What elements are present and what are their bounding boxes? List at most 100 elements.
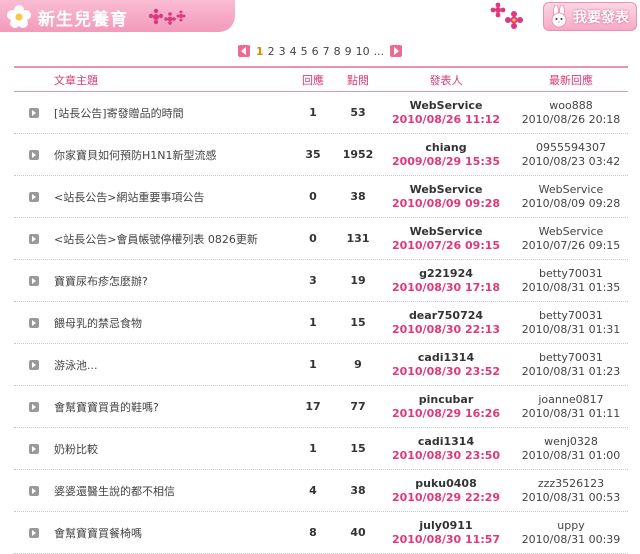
- page-link-5[interactable]: 5: [299, 45, 310, 58]
- table-row: <站長公告>會員帳號停權列表 0826更新 0 131 WebService 2…: [14, 218, 628, 260]
- poster-name-link[interactable]: cadi1314: [378, 435, 514, 449]
- reply-count: 1: [309, 442, 317, 455]
- latest-reply-time: 2010/08/31 01:23: [521, 364, 621, 378]
- post-time: 2010/07/26 09:15: [391, 238, 501, 252]
- page-link-2[interactable]: 2: [266, 45, 277, 58]
- latest-reply-time: 2010/08/09 09:28: [521, 196, 621, 210]
- post-time: 2010/08/29 22:29: [391, 490, 501, 504]
- view-count: 77: [350, 400, 366, 413]
- arrow-right-icon[interactable]: [390, 45, 403, 57]
- poster-name-link[interactable]: WebService: [378, 183, 514, 197]
- page-link-7[interactable]: 7: [321, 45, 332, 58]
- view-count: 9: [354, 358, 362, 371]
- latest-reply-user[interactable]: wenj0328: [514, 435, 628, 449]
- poster-name-link[interactable]: WebService: [378, 99, 514, 113]
- post-time: 2010/08/30 22:13: [391, 322, 501, 336]
- table-row: 奶粉比較 1 15 cadi1314 2010/08/30 23:50 wenj…: [14, 428, 628, 470]
- reply-count: 0: [309, 232, 317, 245]
- page-link-6[interactable]: 6: [310, 45, 321, 58]
- triangle-bullet-icon: [29, 401, 39, 412]
- poster-name-link[interactable]: WebService: [378, 225, 514, 239]
- flower-icon: [7, 5, 31, 28]
- topic-subject-link[interactable]: 奶粉比較: [54, 443, 98, 456]
- column-header-replies: 回應: [302, 73, 324, 87]
- page-link-1[interactable]: 1: [254, 45, 266, 58]
- post-new-topic-button[interactable]: 我要發表: [543, 2, 637, 31]
- post-time: 2010/08/26 11:12: [391, 112, 501, 126]
- board-title: 新生兒養育: [38, 10, 128, 30]
- triangle-bullet-icon: [29, 107, 39, 118]
- latest-reply-time: 2010/08/31 01:35: [521, 280, 621, 294]
- table-row: 你家寶貝如何預防H1N1新型流感 35 1952 chiang 2009/08/…: [14, 134, 628, 176]
- view-count: 131: [346, 232, 370, 245]
- topic-subject-link[interactable]: [站長公告]寄發贈品的時間: [54, 107, 184, 120]
- latest-reply-user[interactable]: woo888: [514, 99, 628, 113]
- latest-reply-time: 2010/08/26 20:18: [521, 112, 621, 126]
- poster-name-link[interactable]: puku0408: [378, 477, 514, 491]
- post-button-label: 我要發表: [573, 9, 629, 26]
- poster-name-link[interactable]: cadi1314: [378, 351, 514, 365]
- latest-reply-user[interactable]: joanne0817: [514, 393, 628, 407]
- reply-count: 8: [309, 526, 317, 539]
- reply-count: 1: [309, 316, 317, 329]
- topic-subject-link[interactable]: 游泳池...: [54, 359, 98, 372]
- table-header: 文章主題 回應 點閱 發表人 最新回應: [14, 68, 628, 92]
- latest-reply-user[interactable]: betty70031: [514, 267, 628, 281]
- triangle-bullet-icon: [29, 485, 39, 496]
- column-header-latest: 最新回應: [549, 73, 593, 87]
- topic-subject-link[interactable]: <站長公告>網站重要事項公告: [54, 191, 204, 204]
- post-time: 2010/08/30 11:57: [391, 532, 501, 546]
- latest-reply-time: 2010/08/31 01:11: [521, 406, 621, 420]
- post-time: 2009/08/29 15:35: [391, 154, 501, 168]
- view-count: 38: [350, 190, 366, 203]
- topic-subject-link[interactable]: 你家寶貝如何預防H1N1新型流感: [54, 149, 217, 162]
- reply-count: 4: [309, 484, 317, 497]
- latest-reply-time: 2010/08/23 03:42: [521, 154, 621, 168]
- pagination-ellipsis: ...: [373, 44, 385, 58]
- poster-name-link[interactable]: chiang: [378, 141, 514, 155]
- view-count: 19: [350, 274, 366, 287]
- topic-subject-link[interactable]: 餵母乳的禁忌食物: [54, 317, 142, 330]
- post-time: 2010/08/30 23:50: [391, 448, 501, 462]
- latest-reply-user[interactable]: zzz3526123: [514, 477, 628, 491]
- triangle-bullet-icon: [29, 233, 39, 244]
- poster-name-link[interactable]: july0911: [378, 519, 514, 533]
- latest-reply-user[interactable]: 0955594307: [514, 141, 628, 155]
- latest-reply-time: 2010/08/31 00:53: [521, 490, 621, 504]
- topic-subject-link[interactable]: 婆婆還醫生說的都不相信: [54, 485, 175, 498]
- triangle-bullet-icon: [29, 527, 39, 538]
- page-link-4[interactable]: 4: [288, 45, 299, 58]
- board-title-tab: 新生兒養育: [0, 0, 235, 32]
- page-link-9[interactable]: 9: [343, 45, 354, 58]
- triangle-bullet-icon: [29, 443, 39, 454]
- topic-subject-link[interactable]: <站長公告>會員帳號停權列表 0826更新: [54, 233, 258, 246]
- table-row: 寶寶尿布疹怎麼辦? 3 19 g221924 2010/08/30 17:18 …: [14, 260, 628, 302]
- header-bar: 新生兒養育 我要發表: [0, 0, 640, 34]
- flower-decoration-icon: [490, 2, 523, 29]
- flower-decoration-icon: [148, 8, 186, 25]
- triangle-bullet-icon: [29, 359, 39, 370]
- page-link-3[interactable]: 3: [277, 45, 288, 58]
- poster-name-link[interactable]: dear750724: [378, 309, 514, 323]
- latest-reply-time: 2010/08/31 01:31: [521, 322, 621, 336]
- topic-subject-link[interactable]: 寶寶尿布疹怎麼辦?: [54, 275, 148, 288]
- topic-subject-link[interactable]: 會幫寶寶買貴的鞋嗎?: [54, 401, 159, 414]
- post-time: 2010/08/30 17:18: [391, 280, 501, 294]
- latest-reply-user[interactable]: uppy: [514, 519, 628, 533]
- poster-name-link[interactable]: pincubar: [378, 393, 514, 407]
- view-count: 15: [350, 316, 366, 329]
- column-header-poster: 發表人: [429, 73, 463, 87]
- latest-reply-user[interactable]: betty70031: [514, 351, 628, 365]
- latest-reply-user[interactable]: WebService: [514, 183, 628, 197]
- table-row: <站長公告>網站重要事項公告 0 38 WebService 2010/08/0…: [14, 176, 628, 218]
- table-row: 餵母乳的禁忌食物 1 15 dear750724 2010/08/30 22:1…: [14, 302, 628, 344]
- latest-reply-user[interactable]: WebService: [514, 225, 628, 239]
- page-link-8[interactable]: 8: [332, 45, 343, 58]
- topic-subject-link[interactable]: 會幫寶寶買餐椅嗎: [54, 527, 142, 540]
- poster-name-link[interactable]: g221924: [378, 267, 514, 281]
- view-count: 1952: [342, 148, 374, 161]
- topic-table: 文章主題 回應 點閱 發表人 最新回應 [站長公告]寄發贈品的時間 1 53 W…: [14, 66, 628, 554]
- latest-reply-user[interactable]: betty70031: [514, 309, 628, 323]
- arrow-left-icon[interactable]: [237, 45, 250, 57]
- page-link-10[interactable]: 10: [354, 45, 372, 58]
